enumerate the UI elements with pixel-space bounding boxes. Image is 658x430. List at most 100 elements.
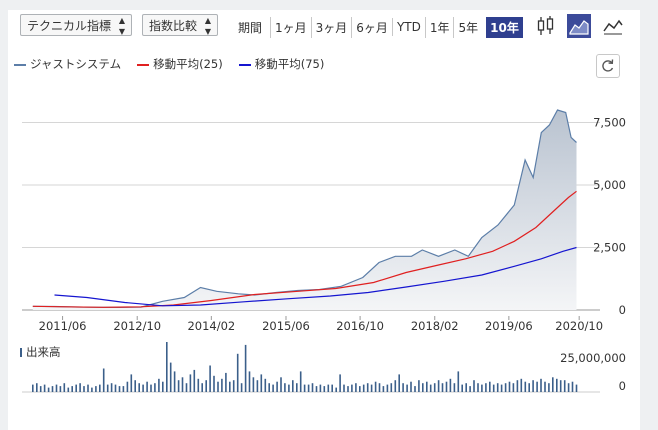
volume-bar [414, 386, 416, 392]
volume-bar [303, 384, 306, 392]
volume-bar [473, 380, 475, 392]
volume-bar [552, 377, 554, 392]
volume-bar [370, 384, 373, 392]
volume-bar [319, 384, 322, 392]
volume-bar [508, 381, 511, 392]
volume-bar [390, 383, 393, 392]
volume-bar [307, 384, 310, 392]
volume-bar [311, 383, 314, 392]
volume-bar [288, 384, 290, 392]
volume-legend: 出来高 [20, 344, 61, 360]
y-tick-label: 2,500 [593, 241, 626, 255]
volume-bar [260, 374, 263, 392]
volume-bar [55, 384, 58, 392]
volume-bar [441, 383, 444, 392]
volume-bar [118, 386, 121, 392]
volume-bar [110, 383, 113, 392]
x-tick-label: 2015/06 [262, 319, 310, 333]
volume-bar [504, 383, 507, 392]
volume-bar [426, 381, 428, 392]
volume-bar [177, 380, 180, 392]
volume-bar [532, 380, 534, 392]
volume-bar [32, 384, 34, 392]
y-tick-label: 5,000 [593, 178, 626, 192]
volume-bar [189, 374, 192, 392]
volume-bar [173, 371, 176, 392]
volume-bar [563, 380, 566, 392]
volume-bar [331, 384, 333, 392]
volume-bar [87, 384, 89, 392]
volume-bar [114, 384, 117, 392]
volume-bar [575, 384, 578, 392]
volume-bar [410, 381, 412, 392]
volume-bar [158, 378, 160, 392]
volume-bar [75, 384, 77, 392]
volume-bar [244, 344, 247, 392]
volume-bar [248, 371, 251, 392]
volume-bar [130, 374, 133, 392]
volume-bar [185, 383, 188, 392]
volume-bar [485, 383, 487, 392]
volume-bar [445, 381, 448, 392]
volume-bar [43, 384, 46, 392]
volume-bar [449, 378, 452, 392]
volume-bar [106, 384, 109, 392]
y-tick-label: 0 [619, 303, 626, 317]
volume-bar [201, 383, 203, 392]
volume-bar [489, 381, 491, 392]
volume-bar [154, 383, 156, 392]
volume-bar [83, 386, 85, 392]
x-tick-label: 2011/06 [39, 319, 87, 333]
volume-bar [536, 381, 538, 392]
x-tick-label: 2018/02 [411, 319, 459, 333]
volume-tick-label: 0 [619, 379, 626, 393]
volume-bar [457, 371, 460, 392]
volume-bar [138, 383, 140, 392]
volume-bar [67, 387, 70, 392]
volume-bar [166, 342, 168, 392]
volume-bar [181, 377, 184, 392]
volume-bar [366, 383, 369, 392]
volume-bar [51, 386, 54, 392]
volume-bar [571, 381, 574, 392]
volume-bar [351, 384, 353, 392]
volume-bar [221, 378, 223, 392]
volume-tick-label: 25,000,000 [560, 351, 626, 365]
volume-bar [36, 383, 38, 392]
volume-bar [91, 387, 93, 392]
volume-bar [146, 381, 148, 392]
volume-bar [209, 365, 211, 392]
volume-bar [268, 383, 270, 392]
volume-bar [386, 384, 389, 392]
volume-bar [481, 384, 483, 392]
volume-bar [197, 378, 200, 392]
volume-bar [496, 383, 499, 392]
volume-bar [453, 383, 456, 392]
volume-bar [429, 384, 432, 392]
volume-bar [205, 380, 207, 392]
volume-bar [500, 384, 503, 392]
volume-bar [95, 386, 97, 392]
volume-bar [71, 386, 73, 392]
volume-bar [280, 377, 282, 392]
volume-bar [150, 384, 152, 392]
volume-bar [296, 383, 298, 392]
volume-bar [528, 383, 530, 392]
volume-bar [516, 380, 519, 392]
volume-bar [477, 383, 479, 392]
volume-bar [378, 383, 381, 392]
volume-bar [169, 362, 172, 392]
volume-bar [102, 368, 105, 392]
volume-bar [398, 374, 400, 392]
price-area [32, 110, 577, 310]
volume-bar [264, 378, 267, 392]
volume-bar [63, 383, 66, 392]
price-chart: 7,500 5,000 2,500 0 2011/06 2012/10 2014/02 201… [22, 109, 626, 393]
volume-bar [39, 386, 42, 392]
volume-bar [276, 381, 278, 392]
volume-bar [122, 386, 125, 392]
volume-bar [284, 383, 286, 392]
volume-bar [343, 384, 345, 392]
volume-bar [142, 384, 144, 392]
volume-bar [162, 381, 164, 392]
